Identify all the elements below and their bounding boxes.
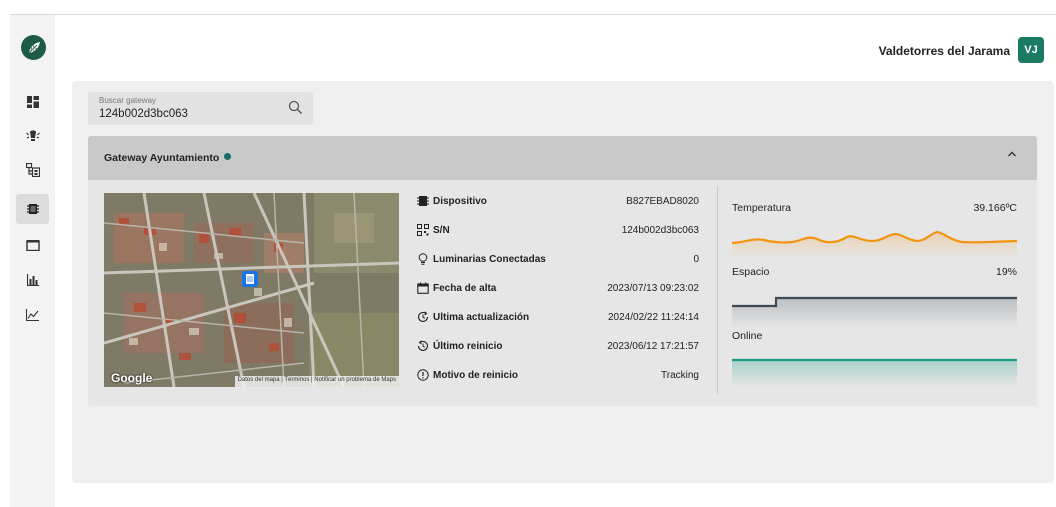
calendar-icon (417, 282, 429, 294)
info-circle-icon (417, 369, 429, 381)
line-chart-icon (26, 309, 39, 321)
info-value: 2024/02/22 11:24:14 (607, 312, 699, 323)
nav-alerts[interactable] (16, 121, 49, 151)
alert-lamp-icon (25, 130, 40, 141)
info-label: Fecha de alta (433, 283, 497, 294)
online-label: Online (732, 330, 763, 342)
info-label: S/N (433, 225, 450, 236)
space-sparkline (732, 296, 1017, 328)
info-row-restart: Último reinicio 2023/06/12 17:21:57 (417, 338, 699, 367)
info-value: B827EBAD8020 (626, 196, 699, 207)
search-input[interactable]: 124b002d3bc063 (99, 108, 188, 120)
info-row-created: Fecha de alta 2023/07/13 09:23:02 (417, 280, 699, 309)
info-row-device: Dispositivo B827EBAD8020 (417, 193, 699, 222)
map-view[interactable]: Google Datos del mapa | Términos | Notif… (104, 193, 399, 387)
search-icon[interactable] (288, 100, 303, 115)
info-value: 2023/06/12 17:21:57 (607, 341, 699, 352)
window-icon (25, 240, 40, 251)
space-value: 19% (995, 266, 1017, 278)
nav-panels[interactable] (16, 230, 49, 260)
gateway-icon (26, 204, 39, 214)
dashboard-icon (26, 96, 39, 108)
gateway-panel-header[interactable]: Gateway Ayuntamiento (88, 136, 1037, 180)
gateway-info: Dispositivo B827EBAD8020 S/N 124b002d3bc… (417, 193, 699, 396)
bar-chart-icon (26, 274, 39, 286)
nav-gateways[interactable] (16, 194, 49, 224)
info-value: 2023/07/13 09:23:02 (607, 283, 699, 294)
info-label: Motivo de reinicio (433, 370, 519, 381)
map-brand: Google (111, 371, 153, 385)
status-dot (224, 153, 232, 160)
refresh-icon (417, 311, 429, 322)
vertical-divider (717, 186, 718, 394)
device-icon (417, 196, 429, 206)
nav-statistics[interactable] (16, 265, 49, 295)
nav-dashboard[interactable] (16, 87, 49, 117)
gateway-title-text: Gateway Ayuntamiento (104, 152, 220, 164)
hierarchy-icon (25, 163, 40, 177)
bulb-icon (418, 253, 428, 265)
space-label: Espacio (732, 266, 770, 278)
gateway-title: Gateway Ayuntamiento (104, 152, 232, 164)
map-attribution[interactable]: Datos del mapa | Términos | Notificar un… (234, 376, 399, 387)
info-value: Tracking (661, 370, 699, 381)
sidebar (10, 15, 55, 507)
temperature-label: Temperatura (732, 202, 791, 214)
user-name: Valdetorres del Jarama (878, 44, 1010, 58)
info-label: Ultima actualización (433, 312, 530, 323)
app-logo[interactable] (21, 35, 46, 60)
gateway-panel: Gateway Ayuntamiento Google Datos del ma… (88, 136, 1037, 406)
search-box[interactable]: Buscar gateway 124b002d3bc063 (88, 92, 313, 125)
top-divider (10, 14, 1056, 15)
info-row-restart-reason: Motivo de reinicio Tracking (417, 367, 699, 396)
temperature-sparkline (732, 230, 1017, 258)
leaf-icon (28, 41, 40, 53)
restart-icon (417, 340, 429, 351)
satellite-map (104, 193, 399, 387)
chevron-up-icon[interactable] (1007, 150, 1017, 158)
nav-hierarchy[interactable] (16, 155, 49, 185)
info-label: Dispositivo (433, 196, 487, 207)
info-value: 124b002d3bc063 (621, 225, 699, 236)
online-sparkline (732, 358, 1017, 387)
info-row-updated: Ultima actualización 2024/02/22 11:24:14 (417, 309, 699, 338)
info-row-serial: S/N 124b002d3bc063 (417, 222, 699, 251)
avatar[interactable]: VJ (1018, 37, 1044, 63)
temperature-value: 39.166ºC (973, 202, 1017, 214)
search-label: Buscar gateway (99, 96, 156, 105)
info-row-luminaires: Luminarias Conectadas 0 (417, 251, 699, 280)
nav-trends[interactable] (16, 300, 49, 330)
qr-icon (417, 224, 429, 236)
info-label: Último reinicio (433, 341, 503, 352)
info-value: 0 (693, 254, 699, 265)
info-label: Luminarias Conectadas (433, 254, 546, 265)
